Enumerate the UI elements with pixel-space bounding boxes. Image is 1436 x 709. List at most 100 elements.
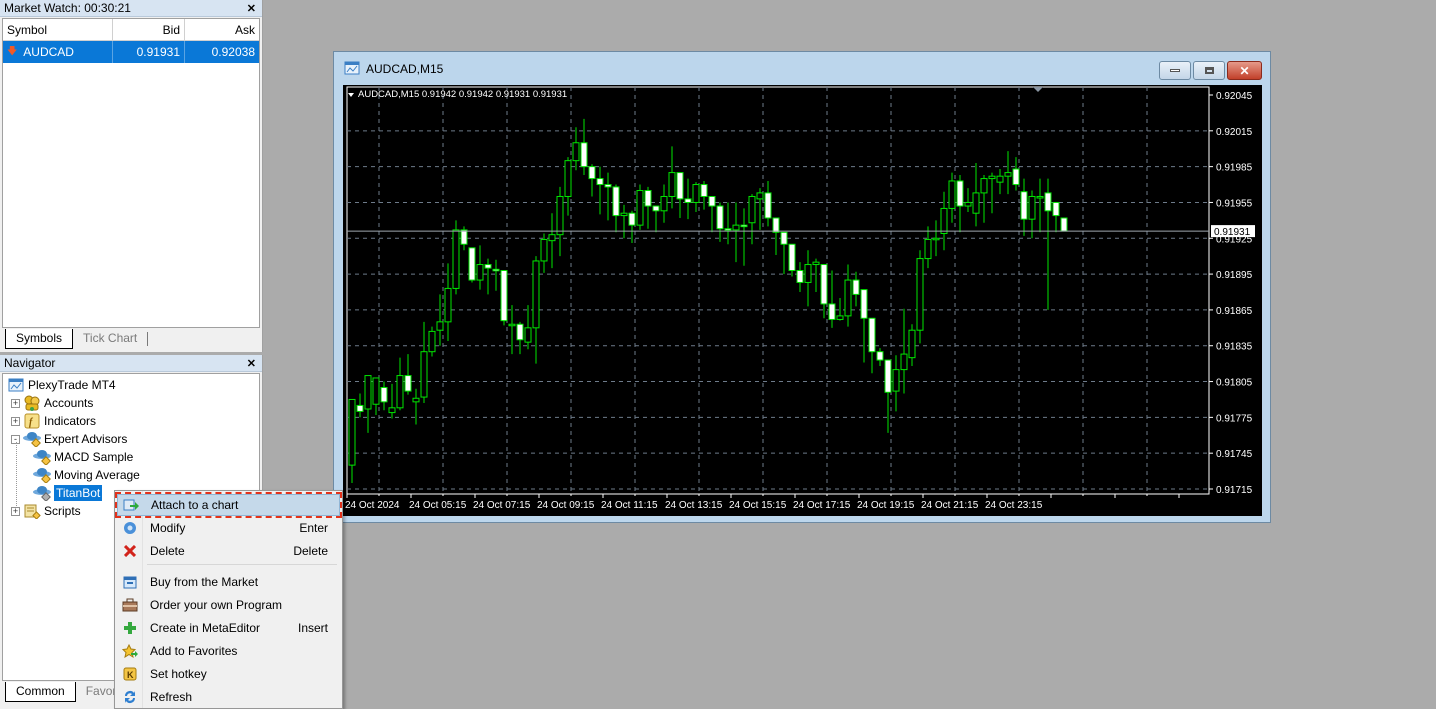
candle-bearish — [820, 264, 828, 305]
candle-bearish — [780, 231, 788, 245]
candle-bullish — [476, 264, 484, 281]
candle-bearish — [724, 228, 732, 231]
candle-bullish — [748, 195, 756, 224]
minimize-button[interactable] — [1159, 61, 1191, 80]
candle-bullish — [732, 224, 740, 231]
expand-icon[interactable]: + — [11, 506, 20, 516]
tree-root-label: PlexyTrade MT4 — [28, 378, 116, 392]
attach-chart-icon — [118, 498, 144, 512]
minimize-icon — [1170, 69, 1180, 72]
x-tick-label: 24 Oct 11:15 — [601, 500, 658, 511]
menu-separator — [147, 564, 337, 565]
chart-window-title-bar[interactable]: AUDCAD,M15 — [334, 52, 1270, 86]
tree-item-macd-sample[interactable]: MACD Sample — [33, 448, 133, 466]
favorites-star-icon — [117, 644, 143, 658]
candle-bullish — [388, 407, 396, 414]
candle-bearish — [380, 387, 388, 403]
candle-bearish — [740, 224, 748, 228]
close-icon: ✕ — [1239, 63, 1250, 78]
expand-icon[interactable]: + — [11, 398, 20, 408]
menu-item-delete[interactable]: Delete Delete — [117, 540, 340, 562]
tab-common[interactable]: Common — [5, 682, 76, 702]
menu-item-refresh[interactable]: Refresh — [117, 686, 340, 708]
candle-bullish — [636, 190, 644, 226]
accounts-icon — [23, 395, 41, 411]
candle-bearish — [644, 190, 652, 207]
candle-bullish — [948, 180, 956, 209]
tab-symbols[interactable]: Symbols — [5, 329, 74, 349]
y-tick-label: 0.91805 — [1216, 378, 1253, 389]
candle-bearish — [1020, 191, 1028, 220]
candle-bullish — [572, 142, 580, 162]
candle-bullish — [540, 238, 548, 262]
chart-canvas[interactable]: 0.920450.920150.919850.919550.919250.918… — [343, 85, 1262, 516]
briefcase-icon — [117, 598, 143, 612]
restore-icon — [1204, 67, 1214, 74]
candle-bullish — [620, 212, 628, 217]
candle-bearish — [716, 205, 724, 230]
menu-item-create-in-metaeditor[interactable]: Create in MetaEditor Insert — [117, 617, 340, 639]
tree-item-titanbot[interactable]: TitanBot — [33, 484, 103, 502]
menu-item-add-to-favorites[interactable]: Add to Favorites — [117, 640, 340, 662]
scripts-icon — [23, 503, 41, 519]
svg-text:K: K — [127, 670, 134, 680]
expand-icon[interactable]: + — [11, 416, 20, 426]
chart-info-line: AUDCAD,M15 0.91942 0.91942 0.91931 0.919… — [358, 89, 567, 100]
menu-item-modify[interactable]: Modify Enter — [117, 517, 340, 539]
close-icon[interactable]: ✕ — [247, 2, 256, 15]
tree-root[interactable]: PlexyTrade MT4 — [7, 376, 116, 394]
candle-bullish — [548, 234, 556, 242]
gear-icon — [117, 521, 143, 535]
restore-button[interactable] — [1193, 61, 1225, 80]
candle-bullish — [932, 237, 940, 241]
table-header: Symbol Bid Ask — [3, 19, 259, 41]
candle-bearish — [868, 317, 876, 353]
column-header-bid[interactable]: Bid — [113, 19, 185, 40]
tree-item-accounts[interactable]: + Accounts — [11, 394, 93, 412]
tree-item-indicators[interactable]: + f Indicators — [11, 412, 96, 430]
x-tick-label: 24 Oct 19:15 — [857, 500, 915, 511]
menu-item-label: Set hotkey — [150, 667, 207, 681]
delete-icon — [117, 545, 143, 557]
expert-advisor-icon — [23, 431, 41, 447]
expert-advisor-icon — [33, 449, 51, 465]
table-row[interactable]: 🡇 AUDCAD 0.91931 0.92038 — [3, 41, 259, 63]
candle-bearish — [604, 184, 612, 188]
y-tick-label: 0.91985 — [1216, 163, 1253, 174]
candle-bullish — [444, 287, 452, 323]
y-tick-label: 0.92015 — [1216, 127, 1253, 138]
column-header-symbol[interactable]: Symbol — [3, 19, 113, 40]
candle-bearish — [828, 303, 836, 320]
menu-item-set-hotkey[interactable]: K Set hotkey — [117, 663, 340, 685]
menu-item-buy-from-the-market[interactable]: Buy from the Market — [117, 571, 340, 593]
candle-bullish — [940, 207, 948, 234]
tree-connector — [16, 442, 17, 506]
tab-tick-chart[interactable]: Tick Chart — [73, 329, 147, 349]
plot-frame — [346, 86, 1210, 495]
y-tick-label: 0.91775 — [1216, 413, 1253, 424]
menu-item-label: Add to Favorites — [150, 644, 238, 658]
x-tick-label: 24 Oct 23:15 — [985, 500, 1043, 511]
chart-window-icon — [344, 61, 360, 78]
candle-bullish — [836, 315, 844, 320]
candle-bullish — [668, 172, 676, 197]
market-watch-tabs: Symbols Tick Chart — [5, 329, 149, 349]
close-button[interactable]: ✕ — [1227, 61, 1262, 80]
tree-item-expert-advisors[interactable]: - Expert Advisors — [11, 430, 127, 448]
candle-bullish — [972, 192, 980, 214]
close-icon[interactable]: ✕ — [247, 357, 256, 370]
candle-bullish — [348, 398, 356, 466]
menu-item-attach-to-a-chart[interactable]: Attach to a chart — [115, 492, 342, 518]
column-header-ask[interactable]: Ask — [185, 19, 259, 40]
candle-bullish — [900, 353, 908, 371]
x-tick-label: 24 Oct 05:15 — [409, 500, 467, 511]
candle-bullish — [1028, 195, 1036, 220]
tree-item-moving-average[interactable]: Moving Average — [33, 466, 140, 484]
plus-icon — [117, 621, 143, 635]
y-tick-label: 0.92045 — [1216, 91, 1253, 102]
tree-item-scripts[interactable]: + Scripts — [11, 502, 81, 520]
menu-item-label: Buy from the Market — [150, 575, 259, 589]
candle-bearish — [580, 142, 588, 168]
menu-item-order-your-own-program[interactable]: Order your own Program — [117, 594, 340, 616]
price-chart[interactable]: 0.92045 0.92015 0.91985 0.91955 0.91925 0.918… — [343, 85, 1262, 516]
